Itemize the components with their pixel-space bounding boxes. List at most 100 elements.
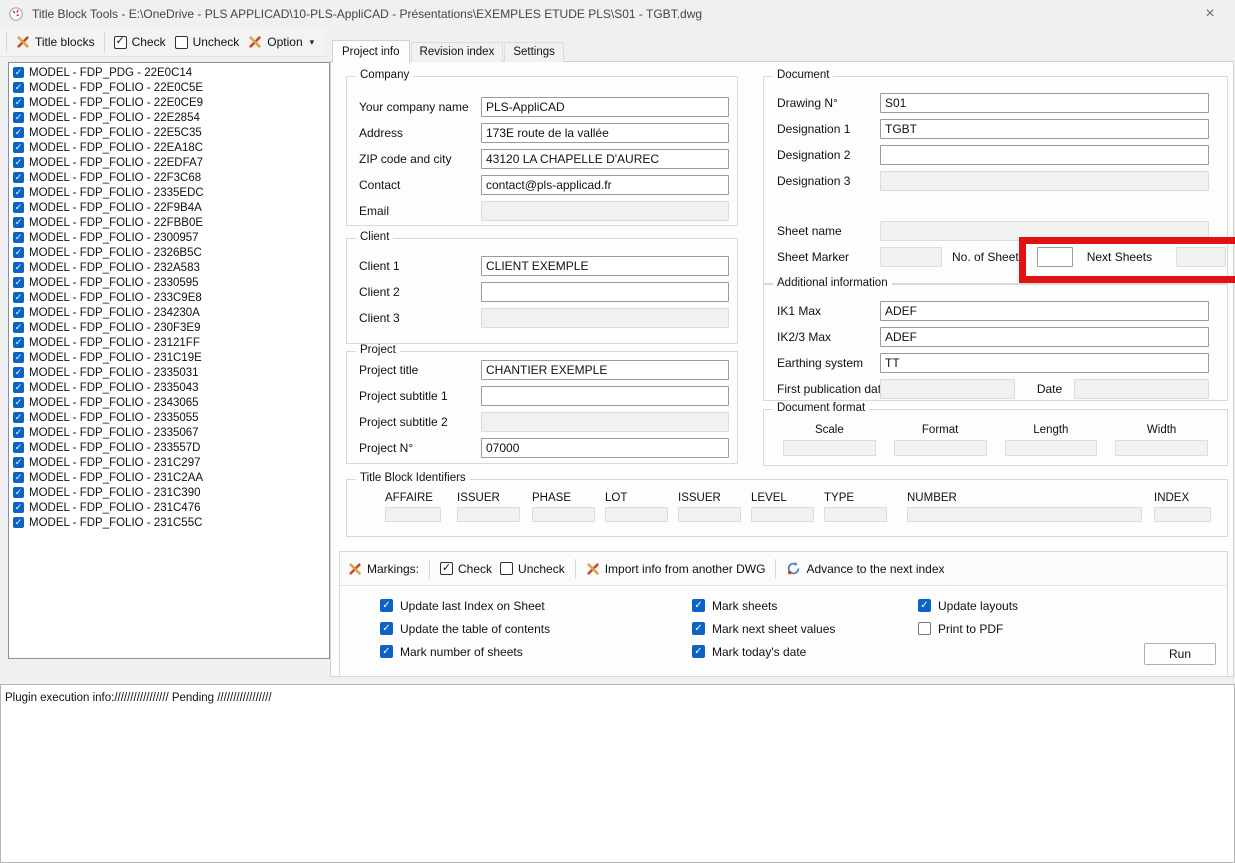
checkbox-checked-icon[interactable] (13, 307, 24, 318)
marking-checkbox-item[interactable]: Print to PDF (918, 619, 1018, 638)
markings-uncheck-button[interactable]: Uncheck (500, 562, 565, 576)
list-item[interactable]: MODEL - FDP_FOLIO - 231C2AA (9, 470, 329, 485)
checkbox-checked-icon[interactable] (918, 599, 931, 612)
checkbox-checked-icon[interactable] (692, 622, 705, 635)
check-button[interactable]: Check (114, 35, 166, 49)
checkbox-checked-icon[interactable] (13, 127, 24, 138)
checkbox-checked-icon[interactable] (13, 412, 24, 423)
checkbox-checked-icon[interactable] (13, 217, 24, 228)
no-of-sheets-input[interactable] (1037, 247, 1073, 267)
text-input[interactable] (880, 353, 1209, 373)
list-item[interactable]: MODEL - FDP_FOLIO - 22F3C68 (9, 170, 329, 185)
uncheck-button[interactable]: Uncheck (175, 35, 240, 49)
list-item[interactable]: MODEL - FDP_FOLIO - 2335EDC (9, 185, 329, 200)
marking-checkbox-item[interactable]: Mark sheets (692, 596, 835, 615)
list-item[interactable]: MODEL - FDP_FOLIO - 2343065 (9, 395, 329, 410)
text-input[interactable] (481, 149, 729, 169)
checkbox-checked-icon[interactable] (13, 262, 24, 273)
option-button[interactable]: Option ▾ (248, 35, 314, 49)
checkbox-checked-icon[interactable] (380, 645, 393, 658)
list-item[interactable]: MODEL - FDP_FOLIO - 2335055 (9, 410, 329, 425)
list-item[interactable]: MODEL - FDP_FOLIO - 231C476 (9, 500, 329, 515)
checkbox-checked-icon[interactable] (13, 472, 24, 483)
checkbox-checked-icon[interactable] (380, 622, 393, 635)
tab-revision-index[interactable]: Revision index (411, 42, 504, 62)
list-item[interactable]: MODEL - FDP_FOLIO - 22E0CE9 (9, 95, 329, 110)
list-item[interactable]: MODEL - FDP_FOLIO - 231C297 (9, 455, 329, 470)
list-item[interactable]: MODEL - FDP_FOLIO - 230F3E9 (9, 320, 329, 335)
list-item[interactable]: MODEL - FDP_FOLIO - 2335031 (9, 365, 329, 380)
list-item[interactable]: MODEL - FDP_FOLIO - 22EDFA7 (9, 155, 329, 170)
list-item[interactable]: MODEL - FDP_FOLIO - 2326B5C (9, 245, 329, 260)
list-item[interactable]: MODEL - FDP_FOLIO - 2330595 (9, 275, 329, 290)
checkbox-checked-icon[interactable] (13, 172, 24, 183)
checkbox-checked-icon[interactable] (13, 382, 24, 393)
text-input[interactable] (880, 301, 1209, 321)
text-input[interactable] (481, 123, 729, 143)
text-input[interactable] (880, 119, 1209, 139)
title-blocks-button[interactable]: Title blocks (16, 35, 95, 49)
text-input[interactable] (481, 256, 729, 276)
checkbox-checked-icon[interactable] (13, 397, 24, 408)
list-item[interactable]: MODEL - FDP_FOLIO - 2300957 (9, 230, 329, 245)
checkbox-checked-icon[interactable] (13, 277, 24, 288)
text-input[interactable] (481, 175, 729, 195)
marking-checkbox-item[interactable]: Mark next sheet values (692, 619, 835, 638)
checkbox-checked-icon[interactable] (692, 599, 705, 612)
checkbox-checked-icon[interactable] (13, 142, 24, 153)
list-item[interactable]: MODEL - FDP_FOLIO - 22EA18C (9, 140, 329, 155)
marking-checkbox-item[interactable]: Mark number of sheets (380, 642, 550, 661)
checkbox-checked-icon[interactable] (13, 487, 24, 498)
list-item[interactable]: MODEL - FDP_FOLIO - 233557D (9, 440, 329, 455)
marking-checkbox-item[interactable]: Mark today's date (692, 642, 835, 661)
checkbox-checked-icon[interactable] (13, 502, 24, 513)
advance-index-button[interactable]: Advance to the next index (786, 561, 944, 576)
checkbox-checked-icon[interactable] (380, 599, 393, 612)
text-input[interactable] (481, 438, 729, 458)
list-item[interactable]: MODEL - FDP_FOLIO - 232A583 (9, 260, 329, 275)
list-item[interactable]: MODEL - FDP_PDG - 22E0C14 (9, 65, 329, 80)
import-dwg-button[interactable]: Import info from another DWG (586, 562, 766, 576)
checkbox-empty-icon[interactable] (918, 622, 931, 635)
list-item[interactable]: MODEL - FDP_FOLIO - 231C55C (9, 515, 329, 530)
text-input[interactable] (880, 145, 1209, 165)
checkbox-checked-icon[interactable] (13, 292, 24, 303)
text-input[interactable] (481, 282, 729, 302)
list-item[interactable]: MODEL - FDP_FOLIO - 22E5C35 (9, 125, 329, 140)
checkbox-checked-icon[interactable] (13, 322, 24, 333)
list-item[interactable]: MODEL - FDP_FOLIO - 23121FF (9, 335, 329, 350)
checkbox-checked-icon[interactable] (13, 202, 24, 213)
checkbox-checked-icon[interactable] (13, 112, 24, 123)
text-input[interactable] (880, 93, 1209, 113)
marking-checkbox-item[interactable]: Update layouts (918, 596, 1018, 615)
checkbox-checked-icon[interactable] (13, 82, 24, 93)
markings-button[interactable]: Markings: (348, 562, 419, 576)
checkbox-checked-icon[interactable] (13, 337, 24, 348)
checkbox-checked-icon[interactable] (13, 187, 24, 198)
model-list[interactable]: MODEL - FDP_PDG - 22E0C14MODEL - FDP_FOL… (8, 62, 330, 659)
checkbox-checked-icon[interactable] (13, 352, 24, 363)
checkbox-checked-icon[interactable] (13, 97, 24, 108)
list-item[interactable]: MODEL - FDP_FOLIO - 233C9E8 (9, 290, 329, 305)
list-item[interactable]: MODEL - FDP_FOLIO - 2335043 (9, 380, 329, 395)
text-input[interactable] (880, 327, 1209, 347)
tab-settings[interactable]: Settings (504, 42, 564, 62)
checkbox-checked-icon[interactable] (13, 457, 24, 468)
markings-check-button[interactable]: Check (440, 562, 492, 576)
text-input[interactable] (481, 97, 729, 117)
tab-project-info[interactable]: Project info (332, 40, 410, 63)
run-button[interactable]: Run (1144, 643, 1216, 665)
list-item[interactable]: MODEL - FDP_FOLIO - 231C390 (9, 485, 329, 500)
text-input[interactable] (481, 360, 729, 380)
checkbox-checked-icon[interactable] (692, 645, 705, 658)
checkbox-checked-icon[interactable] (13, 157, 24, 168)
marking-checkbox-item[interactable]: Update last Index on Sheet (380, 596, 550, 615)
checkbox-checked-icon[interactable] (13, 442, 24, 453)
checkbox-checked-icon[interactable] (13, 517, 24, 528)
checkbox-checked-icon[interactable] (13, 367, 24, 378)
list-item[interactable]: MODEL - FDP_FOLIO - 22FBB0E (9, 215, 329, 230)
list-item[interactable]: MODEL - FDP_FOLIO - 2335067 (9, 425, 329, 440)
list-item[interactable]: MODEL - FDP_FOLIO - 22E0C5E (9, 80, 329, 95)
close-icon[interactable]: × (1193, 5, 1227, 23)
list-item[interactable]: MODEL - FDP_FOLIO - 22F9B4A (9, 200, 329, 215)
